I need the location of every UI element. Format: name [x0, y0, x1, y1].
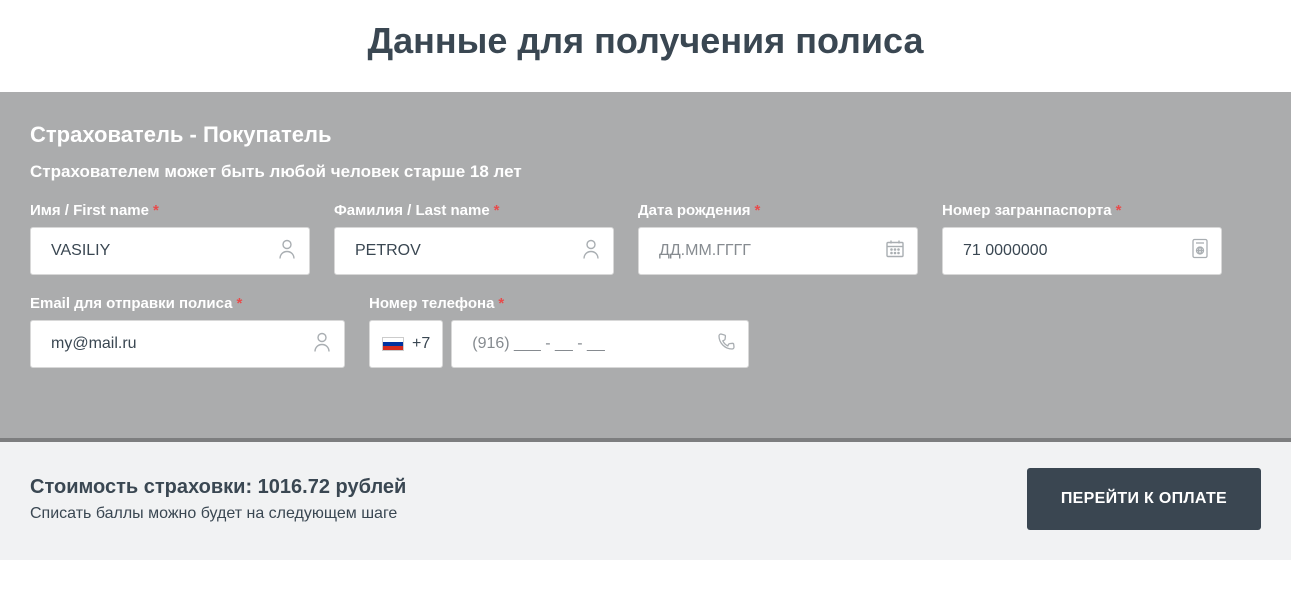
first-name-input-wrap — [30, 227, 310, 275]
label-text: Email для отправки полиса — [30, 295, 232, 312]
last-name-label: Фамилия / Last name* — [334, 202, 614, 219]
email-input[interactable] — [31, 321, 344, 367]
phone-input[interactable] — [452, 321, 748, 367]
first-name-field-group: Имя / First name* — [30, 202, 310, 275]
form-section: Страхователь - Покупатель Страхователем … — [0, 92, 1291, 438]
required-mark: * — [494, 202, 500, 219]
passport-field-group: Номер загранпаспорта* — [942, 202, 1222, 275]
section-subtitle: Страхователем может быть любой человек с… — [30, 162, 1261, 182]
phone-label: Номер телефона* — [369, 295, 749, 312]
phone-field-group: Номер телефона* +7 — [369, 295, 749, 368]
price-line: Стоимость страховки: 1016.72 рублей — [30, 476, 406, 499]
price-value: 1016.72 — [258, 476, 330, 498]
phone-prefix[interactable]: +7 — [369, 320, 443, 368]
price-block: Стоимость страховки: 1016.72 рублей Спис… — [30, 476, 406, 523]
birth-date-input-wrap — [638, 227, 918, 275]
phone-group: +7 — [369, 320, 749, 368]
label-text: Имя / First name — [30, 202, 149, 219]
price-note: Списать баллы можно будет на следующем ш… — [30, 505, 406, 523]
email-input-wrap — [30, 320, 345, 368]
form-row-1: Имя / First name* Фамилия / Last name* — [30, 202, 1261, 275]
passport-input-wrap — [942, 227, 1222, 275]
required-mark: * — [153, 202, 159, 219]
first-name-input[interactable] — [31, 228, 309, 274]
form-row-2: Email для отправки полиса* Номер телефон… — [30, 295, 1261, 368]
label-text: Дата рождения — [638, 202, 751, 219]
birth-date-field-group: Дата рождения* — [638, 202, 918, 275]
price-label: Стоимость страховки: — [30, 476, 252, 498]
required-mark: * — [236, 295, 242, 312]
flag-ru-icon — [382, 337, 404, 351]
section-title: Страхователь - Покупатель — [30, 122, 1261, 148]
required-mark: * — [1116, 202, 1122, 219]
label-text: Номер загранпаспорта — [942, 202, 1112, 219]
email-label: Email для отправки полиса* — [30, 295, 345, 312]
first-name-label: Имя / First name* — [30, 202, 310, 219]
phone-prefix-text: +7 — [412, 335, 430, 353]
birth-date-input[interactable] — [639, 228, 917, 274]
label-text: Фамилия / Last name — [334, 202, 490, 219]
footer-bar: Стоимость страховки: 1016.72 рублей Спис… — [0, 438, 1291, 560]
last-name-field-group: Фамилия / Last name* — [334, 202, 614, 275]
last-name-input[interactable] — [335, 228, 613, 274]
required-mark: * — [755, 202, 761, 219]
email-field-group: Email для отправки полиса* — [30, 295, 345, 368]
required-mark: * — [498, 295, 504, 312]
price-currency: рублей — [336, 476, 407, 498]
passport-label: Номер загранпаспорта* — [942, 202, 1222, 219]
last-name-input-wrap — [334, 227, 614, 275]
label-text: Номер телефона — [369, 295, 494, 312]
page-title: Данные для получения полиса — [0, 0, 1291, 92]
pay-button[interactable]: ПЕРЕЙТИ К ОПЛАТЕ — [1027, 468, 1261, 530]
birth-date-label: Дата рождения* — [638, 202, 918, 219]
phone-input-wrap — [451, 320, 749, 368]
passport-input[interactable] — [943, 228, 1221, 274]
